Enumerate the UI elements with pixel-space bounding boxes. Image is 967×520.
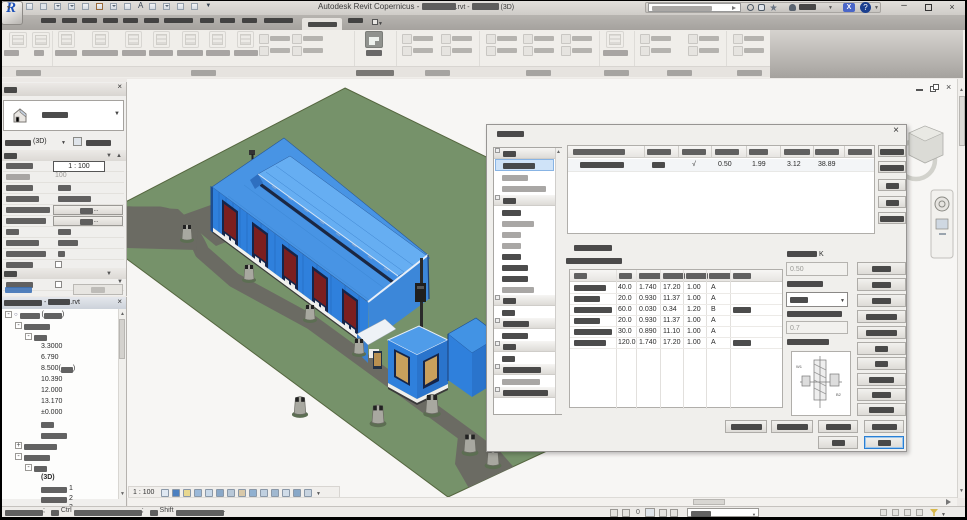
svg-text:W1: W1 [796,364,803,369]
svg-text:B2: B2 [836,392,842,397]
